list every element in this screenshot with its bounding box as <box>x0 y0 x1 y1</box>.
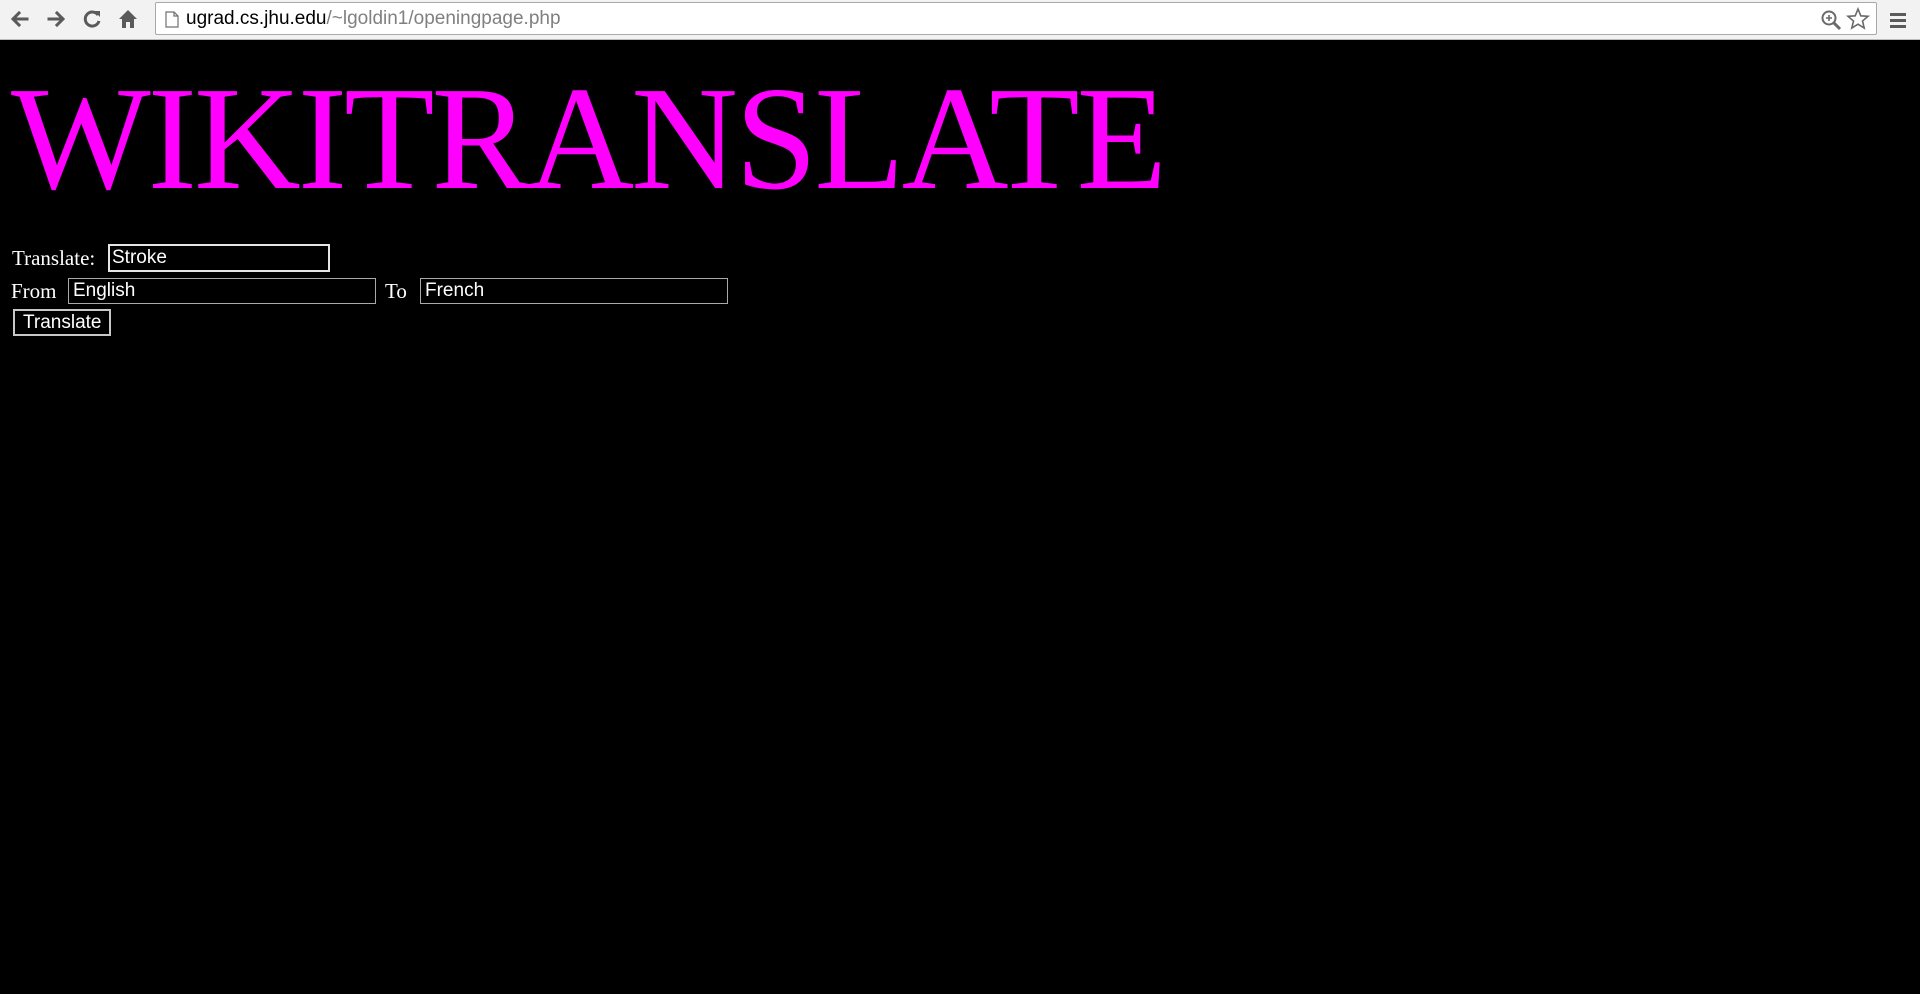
page-icon <box>165 11 179 28</box>
from-language-input[interactable] <box>68 278 376 304</box>
back-icon <box>10 10 29 28</box>
browser-toolbar: ugrad.cs.jhu.edu/~lgoldin1/openingpage.p… <box>0 0 1920 40</box>
page-content: WIKITRANSLATE Translate: From To Transla… <box>0 41 1920 994</box>
translate-label: Translate: <box>12 246 96 270</box>
zoom-icon[interactable] <box>1820 9 1842 31</box>
home-button[interactable] <box>114 5 142 33</box>
to-language-input[interactable] <box>420 278 728 304</box>
home-icon <box>119 10 137 28</box>
page-title: WIKITRANSLATE <box>11 57 1167 221</box>
from-label: From <box>11 279 57 303</box>
reload-button[interactable] <box>78 5 106 33</box>
url-path: /~lgoldin1/openingpage.php <box>326 8 561 29</box>
translate-input[interactable] <box>108 244 330 272</box>
star-icon[interactable] <box>1846 7 1870 31</box>
address-bar[interactable]: ugrad.cs.jhu.edu/~lgoldin1/openingpage.p… <box>155 2 1877 35</box>
back-button[interactable] <box>6 5 34 33</box>
to-label: To <box>385 279 407 303</box>
reload-icon <box>83 10 101 28</box>
translate-button[interactable]: Translate <box>13 309 111 336</box>
url-text: ugrad.cs.jhu.edu/~lgoldin1/openingpage.p… <box>186 8 561 30</box>
forward-button[interactable] <box>42 5 70 33</box>
forward-icon <box>47 10 66 28</box>
menu-icon <box>1890 13 1906 28</box>
url-host: ugrad.cs.jhu.edu <box>186 8 327 29</box>
menu-button[interactable] <box>1884 6 1912 34</box>
